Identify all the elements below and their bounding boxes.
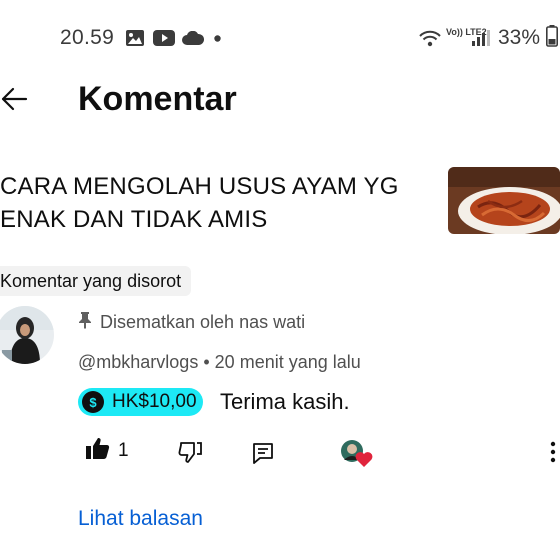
dislike-button[interactable] bbox=[178, 440, 202, 464]
highlighted-comment-chip: Komentar yang disorot bbox=[0, 266, 192, 296]
more-options-button[interactable] bbox=[546, 440, 560, 464]
creator-avatar-icon bbox=[340, 440, 374, 472]
heart-icon bbox=[355, 452, 373, 467]
comment-text: Terima kasih. bbox=[220, 389, 350, 414]
signal-icon bbox=[472, 29, 490, 47]
meta-separator: • bbox=[203, 352, 210, 372]
arrow-left-icon[interactable] bbox=[0, 84, 30, 114]
video-thumbnail[interactable] bbox=[448, 167, 560, 234]
thumbs-up-icon bbox=[86, 437, 110, 464]
creator-heart-badge bbox=[340, 438, 374, 468]
pinned-label: Disematkan oleh nas wati bbox=[78, 311, 305, 334]
reply-icon bbox=[252, 443, 274, 468]
dot-icon bbox=[214, 29, 221, 47]
gallery-icon bbox=[126, 29, 144, 47]
like-button[interactable]: 1 bbox=[86, 437, 129, 464]
wifi-icon bbox=[418, 29, 442, 47]
battery-icon bbox=[546, 25, 558, 47]
pin-icon bbox=[78, 311, 92, 334]
super-thanks-amount: HK$10,00 bbox=[112, 391, 197, 412]
super-thanks-badge: $ HK$10,00 bbox=[78, 388, 203, 416]
cloud-icon bbox=[182, 29, 204, 47]
comment-time: 20 menit yang lalu bbox=[214, 352, 361, 372]
like-count: 1 bbox=[118, 439, 129, 461]
thumbs-down-icon bbox=[178, 442, 202, 468]
video-title[interactable]: CARA MENGOLAH USUS AYAM YG ENAK DAN TIDA… bbox=[0, 170, 430, 236]
status-time: 20.59 bbox=[60, 26, 115, 49]
pinned-text: Disematkan oleh nas wati bbox=[100, 312, 306, 332]
battery-percent: 33% bbox=[498, 26, 541, 49]
more-vert-icon bbox=[546, 441, 560, 468]
page-title: Komentar bbox=[78, 80, 237, 118]
reply-button[interactable] bbox=[252, 442, 274, 464]
view-replies-link[interactable]: Lihat balasan bbox=[78, 507, 203, 531]
comment-meta: @mbkharvlogs • 20 menit yang lalu bbox=[78, 352, 361, 373]
avatar[interactable] bbox=[0, 306, 54, 364]
comment-author[interactable]: @mbkharvlogs bbox=[78, 352, 198, 372]
dollar-icon: $ bbox=[82, 391, 104, 413]
youtube-icon bbox=[153, 29, 175, 47]
